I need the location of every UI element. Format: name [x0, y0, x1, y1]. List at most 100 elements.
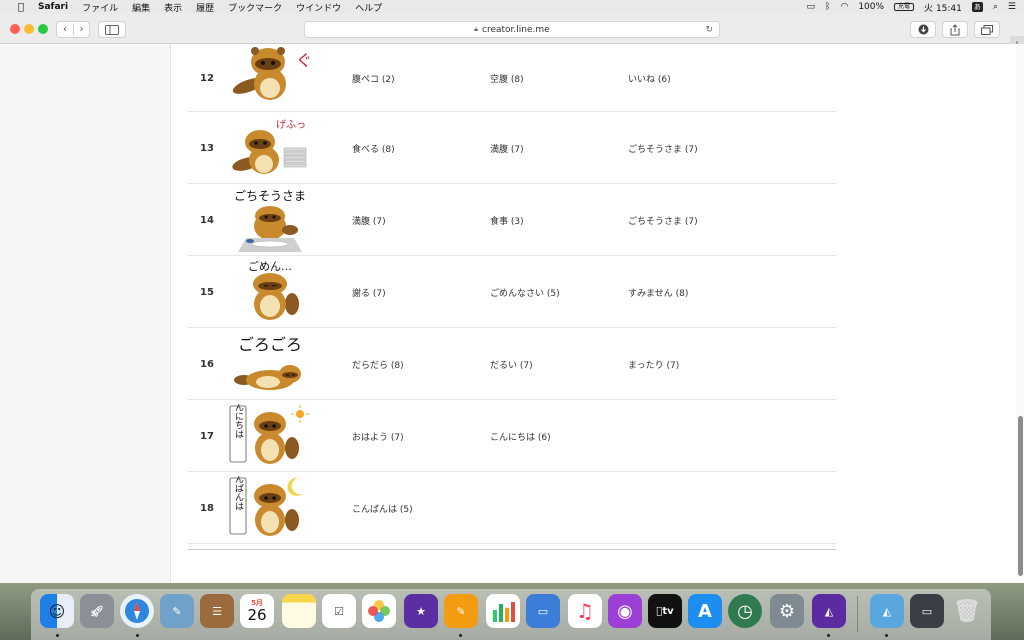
finder-running-dot	[56, 634, 59, 637]
sticker-image[interactable]: こんにちは	[228, 404, 312, 468]
tag-2: 満腹 (7)	[490, 144, 524, 155]
clock[interactable]: 火 15:41	[924, 1, 962, 14]
scrollbar-thumb[interactable]	[1018, 416, 1023, 576]
reload-icon[interactable]: ↻	[705, 25, 713, 35]
notes-icon[interactable]	[282, 594, 316, 628]
sticker-number: 18	[200, 502, 214, 514]
preview-icon[interactable]: ✎	[160, 594, 194, 628]
screenshot-icon[interactable]: ▭	[910, 594, 944, 628]
apple-tv-icon[interactable]: tv	[648, 594, 682, 628]
menu-bookmarks[interactable]: ブックマーク	[228, 1, 282, 14]
battery-icon[interactable]: 充電	[894, 3, 915, 11]
contacts-icon[interactable]: ☰	[200, 594, 234, 628]
music-icon[interactable]: ♫	[568, 594, 602, 628]
menu-bar:  Safari ファイル 編集 表示 履歴 ブックマーク ウインドウ ヘルプ …	[0, 0, 1024, 14]
tag-3: まったり (7)	[628, 360, 680, 371]
sticker-number: 14	[200, 214, 214, 226]
sidebar-toggle-button[interactable]	[98, 21, 126, 38]
keynote-icon[interactable]: ▭	[526, 594, 560, 628]
input-method-icon[interactable]: あ	[971, 2, 983, 12]
share-icon	[950, 23, 960, 35]
apple-icon[interactable]: 	[14, 2, 28, 13]
tag-2: 空腹 (8)	[490, 74, 524, 85]
control-center-icon[interactable]: ☰	[1008, 2, 1016, 12]
table-row: 12 ぐぅ 腹ペコ (2) 空腹 (8) いいね (6)	[188, 44, 836, 112]
address-url: creator.line.me	[482, 24, 550, 35]
sticker-image[interactable]: げふっ	[228, 116, 312, 180]
dock-separator	[857, 596, 858, 632]
menu-help[interactable]: ヘルプ	[355, 1, 382, 14]
menu-edit[interactable]: 編集	[132, 1, 150, 14]
affinity-designer-icon[interactable]: ◭	[870, 594, 904, 628]
reminders-icon[interactable]: ☑	[322, 594, 356, 628]
web-page: 12 ぐぅ 腹ペコ (2) 空腹 (8) いいね (6) 13	[0, 44, 1024, 583]
tag-1: こんばんは (5)	[352, 504, 413, 515]
sticker-number: 16	[200, 358, 214, 370]
table-row: 14 ごちそうさま 満腹 (7) 食事 (3) ごちそうさま (7)	[188, 184, 836, 256]
tab-overview-button[interactable]	[974, 21, 1000, 38]
sticker-number: 15	[200, 286, 214, 298]
affinity-photo-running-dot	[827, 634, 830, 637]
battery-percent[interactable]: 100%	[858, 2, 884, 12]
history-nav: ‹ ›	[56, 21, 90, 38]
menu-history[interactable]: 履歴	[196, 1, 214, 14]
table-row: 15 ごめん… 謝る (7) ごめんなさい (5) すみません (8)	[188, 256, 836, 328]
wifi-icon[interactable]: ◠	[840, 2, 848, 12]
finder-icon[interactable]: ☺	[40, 594, 74, 628]
tag-3: ごちそうさま (7)	[628, 216, 698, 227]
time-machine-icon[interactable]: ◷	[728, 594, 762, 628]
share-button[interactable]	[942, 21, 968, 38]
bluetooth-icon[interactable]: ᛒ	[825, 2, 830, 12]
photos-icon[interactable]	[362, 594, 396, 628]
address-bar[interactable]: 🔒︎ creator.line.me ↻	[304, 21, 720, 38]
table-row: 13 げふっ 食べる (8) 満腹 (7) ごちそうさま (7)	[188, 112, 836, 184]
app-store-icon[interactable]: A	[688, 594, 722, 628]
tabs-icon	[981, 24, 993, 35]
pages-running-dot	[459, 634, 462, 637]
menu-file[interactable]: ファイル	[82, 1, 118, 14]
sticker-image[interactable]: ごろごろ	[228, 332, 312, 396]
affinity-photo-icon[interactable]: ◭	[812, 594, 846, 628]
calendar-icon[interactable]: 5月 26	[240, 594, 274, 628]
tag-3: すみません (8)	[628, 288, 689, 299]
apple-tv-label: tv	[659, 605, 673, 617]
safari-icon[interactable]	[120, 594, 154, 628]
menu-window[interactable]: ウインドウ	[296, 1, 341, 14]
table-bottom-border	[188, 547, 836, 550]
sticker-caption: げふっ	[276, 119, 306, 131]
sticker-caption: ごちそうさま	[234, 188, 306, 203]
numbers-icon[interactable]	[486, 594, 520, 628]
podcasts-icon[interactable]: ◉	[608, 594, 642, 628]
sticker-image[interactable]: ぐぅ	[228, 44, 312, 108]
sidebar-icon	[105, 24, 119, 35]
tag-3: ごちそうさま (7)	[628, 144, 698, 155]
tag-1: 謝る (7)	[352, 288, 386, 299]
tag-1: 満腹 (7)	[352, 216, 386, 227]
minimize-window-button[interactable]	[24, 24, 34, 34]
back-button[interactable]: ‹	[57, 24, 73, 35]
airplay-icon[interactable]: ▭	[807, 2, 816, 12]
sticker-number: 13	[200, 142, 214, 154]
spotlight-icon[interactable]: ⌕	[993, 2, 998, 12]
menu-app-name[interactable]: Safari	[38, 2, 68, 12]
close-window-button[interactable]	[10, 24, 20, 34]
pages-icon[interactable]: ✎	[444, 594, 478, 628]
sticker-table: 12 ぐぅ 腹ペコ (2) 空腹 (8) いいね (6) 13	[188, 44, 836, 544]
forward-button[interactable]: ›	[72, 24, 89, 35]
clock-day: 火	[924, 3, 934, 14]
table-row: 17 こんにちは おはよう (7) こんにちは (6)	[188, 400, 836, 472]
system-preferences-icon[interactable]: ⚙	[770, 594, 804, 628]
sticker-image[interactable]: ごちそうさま	[228, 188, 312, 252]
menu-view[interactable]: 表示	[164, 1, 182, 14]
sticker-image[interactable]: ごめん…	[228, 260, 312, 324]
tag-2: ごめんなさい (5)	[490, 288, 560, 299]
imovie-icon[interactable]: ★	[404, 594, 438, 628]
launchpad-icon[interactable]: 🚀︎	[80, 594, 114, 628]
sticker-image[interactable]: こんばんは	[228, 476, 312, 540]
trash-icon[interactable]: 🗑︎	[950, 594, 984, 628]
downloads-button[interactable]	[910, 21, 936, 38]
tag-2: だるい (7)	[490, 360, 533, 371]
tag-1: 食べる (8)	[352, 144, 395, 155]
sticker-number: 12	[200, 72, 214, 84]
zoom-window-button[interactable]	[38, 24, 48, 34]
